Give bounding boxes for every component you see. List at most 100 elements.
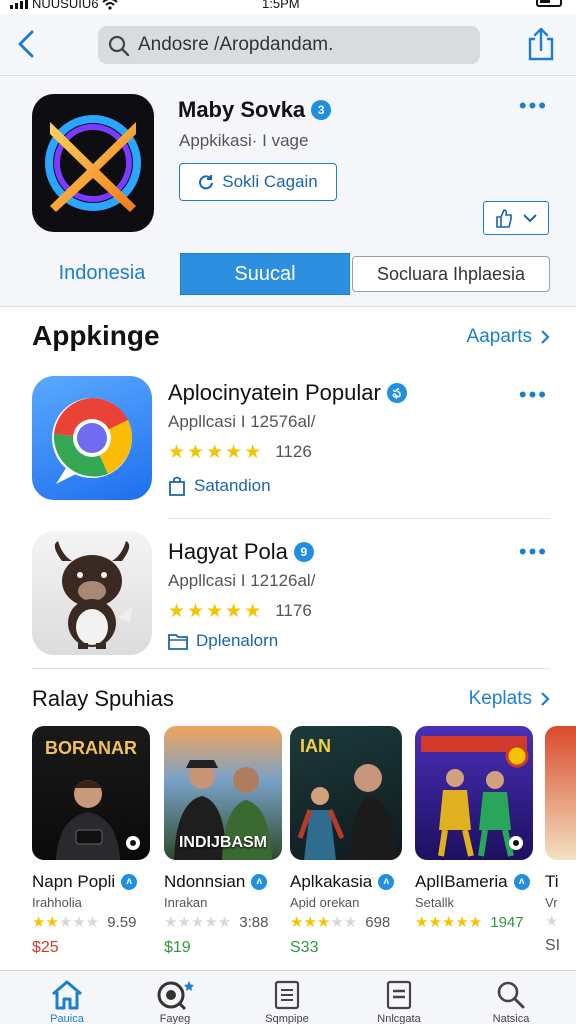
segment-outline[interactable]: Socluara Ihplaesia xyxy=(352,256,550,292)
card-poster: BORANAR xyxy=(32,726,150,860)
app-icon-mascot xyxy=(32,531,152,655)
refresh-icon xyxy=(199,175,214,190)
card-rating: ★★ ★★★ 9.59 xyxy=(32,914,137,931)
card-title: Aplkakasia ʌ xyxy=(290,872,410,892)
verified-badge-icon: ʌ xyxy=(378,874,395,890)
section-title-apps: Appkinge xyxy=(32,320,160,351)
gear-icon xyxy=(509,836,523,850)
star-icon: ★ xyxy=(225,600,243,622)
app-subtitle: Appllcasi I 12576al/ xyxy=(168,412,316,431)
magnifier-icon xyxy=(497,981,525,1009)
carrier-indicator: NUUSUIU6 xyxy=(10,0,119,11)
chevron-left-icon xyxy=(18,30,34,58)
card-price: SI xyxy=(545,937,561,954)
search-bar[interactable] xyxy=(98,26,480,64)
list-icon xyxy=(274,980,300,1010)
star-icon: ★ xyxy=(244,441,262,463)
star-icon: ★ xyxy=(187,441,205,463)
card-poster xyxy=(545,726,576,860)
star-rating: ★ ★ ★ ★ ★ 1126 xyxy=(168,442,312,462)
carousel-card[interactable]: IAN Aplkakasia ʌ Apid orekan ★★★ ★★ 698 S3… xyxy=(290,726,410,957)
carousel-card[interactable]: AplIBameria ʌ Setallk ★★★★★ 1947 xyxy=(415,726,535,939)
chevron-down-icon xyxy=(523,214,537,223)
list-item[interactable]: Hagyat Pola 9 ••• Appllcasi I 12126al/ ★… xyxy=(0,531,576,671)
card-subtitle: Inrakan xyxy=(164,895,208,910)
card-subtitle: Setallk xyxy=(415,895,455,910)
status-time: 1:5PM xyxy=(262,0,300,11)
search-badge-icon xyxy=(157,981,194,1011)
card-title: Ti xyxy=(545,872,559,891)
chevron-right-icon xyxy=(541,330,550,344)
card-rating: ★★★ ★★ 698 xyxy=(290,914,391,931)
section-link-featured[interactable]: Keplats xyxy=(469,688,550,710)
poster-title: INDIJBASM xyxy=(178,834,267,851)
carrier-name: NUUSUIU6 xyxy=(32,0,99,11)
bag-icon xyxy=(169,476,185,496)
share-icon xyxy=(528,27,554,61)
verified-badge-icon: 3 xyxy=(311,100,332,120)
carousel-card[interactable]: BORANAR Napn Popli ʌ Irahholia ★★ ★★★ 9.59… xyxy=(32,726,152,957)
card-poster xyxy=(415,726,533,860)
divider xyxy=(168,518,550,519)
star-icon: ★ xyxy=(206,600,224,622)
card-subtitle: Irahholia xyxy=(32,895,82,910)
card-price: S33 xyxy=(290,939,319,956)
bottom-tab-bar: Pauica Fayeg Sqmpipe Nnlcgata Natsica xyxy=(0,970,576,1024)
star-icon: ★★ xyxy=(330,914,358,931)
star-icon: ★ xyxy=(545,913,559,930)
star-icon: ★ xyxy=(206,441,224,463)
verified-badge-icon: ʌ xyxy=(121,874,138,890)
segment-indonesia[interactable]: Indonesia xyxy=(32,253,172,293)
card-subtitle: Vr xyxy=(545,895,558,910)
tab-home[interactable]: Pauica xyxy=(22,979,112,1024)
get-app-button[interactable]: Sokli Cagain xyxy=(179,163,337,201)
poster-title: BORANAR xyxy=(45,738,137,758)
gear-icon xyxy=(126,836,140,850)
status-bar: NUUSUIU6 1:5PM xyxy=(0,0,576,14)
tab-magnifier[interactable]: Natsica xyxy=(466,979,556,1024)
more-options-icon[interactable]: ••• xyxy=(519,95,548,117)
carousel-card[interactable]: Ti Vr ★ SI xyxy=(545,726,576,955)
card-rating: ★★★★★ 3:88 xyxy=(164,914,269,931)
more-options-icon[interactable]: ••• xyxy=(519,384,548,406)
document-icon xyxy=(386,980,412,1010)
app-subtitle: Appllcasi I 12126al/ xyxy=(168,571,316,590)
list-item[interactable]: Aplocinyatein Popular ఫ ••• Appllcasi I … xyxy=(0,376,576,516)
poster-title: IAN xyxy=(300,736,331,756)
card-rating: ★ xyxy=(545,914,576,929)
more-options-icon[interactable]: ••• xyxy=(519,541,548,563)
rating-count: 1176 xyxy=(275,601,312,620)
featured-app-icon[interactable] xyxy=(32,94,154,232)
segment-active[interactable]: Suucal xyxy=(180,253,350,295)
carousel-card[interactable]: INDIJBASM Ndonnsian ʌ Inrakan ★★★★★ 3:88 … xyxy=(164,726,284,957)
app-title: Aplocinyatein Popular ఫ xyxy=(168,380,407,406)
search-icon xyxy=(108,35,130,57)
verified-badge-icon: ʌ xyxy=(513,874,530,890)
card-subtitle: Apid orekan xyxy=(290,895,360,910)
star-icon: ★★ xyxy=(32,914,59,931)
card-rating: ★★★★★ 1947 xyxy=(415,914,524,931)
divider xyxy=(32,668,550,669)
home-icon xyxy=(52,980,82,1010)
signal-icon xyxy=(10,0,28,9)
card-price: $25 xyxy=(32,939,59,956)
section-link-apps[interactable]: Aaparts xyxy=(467,326,550,348)
wifi-icon xyxy=(102,0,119,10)
card-poster: INDIJBASM xyxy=(164,726,282,860)
verified-badge-icon: ʌ xyxy=(251,874,268,890)
app-tag[interactable]: Satandion xyxy=(168,476,271,496)
tab-list[interactable]: Sqmpipe xyxy=(242,979,332,1024)
card-title: Ndonnsian ʌ xyxy=(164,872,284,892)
battery-icon xyxy=(536,0,562,7)
app-icon-browser xyxy=(32,376,152,500)
back-button[interactable] xyxy=(12,28,42,60)
tab-document[interactable]: Nnlcgata xyxy=(354,979,444,1024)
tab-search-badge[interactable]: Fayeg xyxy=(130,979,220,1024)
app-tag[interactable]: Dplenalorn xyxy=(168,631,278,651)
verified-badge-icon: 9 xyxy=(293,542,314,562)
search-input[interactable] xyxy=(138,32,468,58)
share-button[interactable] xyxy=(526,26,556,62)
card-poster: IAN xyxy=(290,726,402,860)
card-title: AplIBameria ʌ xyxy=(415,872,535,892)
install-dropdown-button[interactable] xyxy=(483,201,549,235)
